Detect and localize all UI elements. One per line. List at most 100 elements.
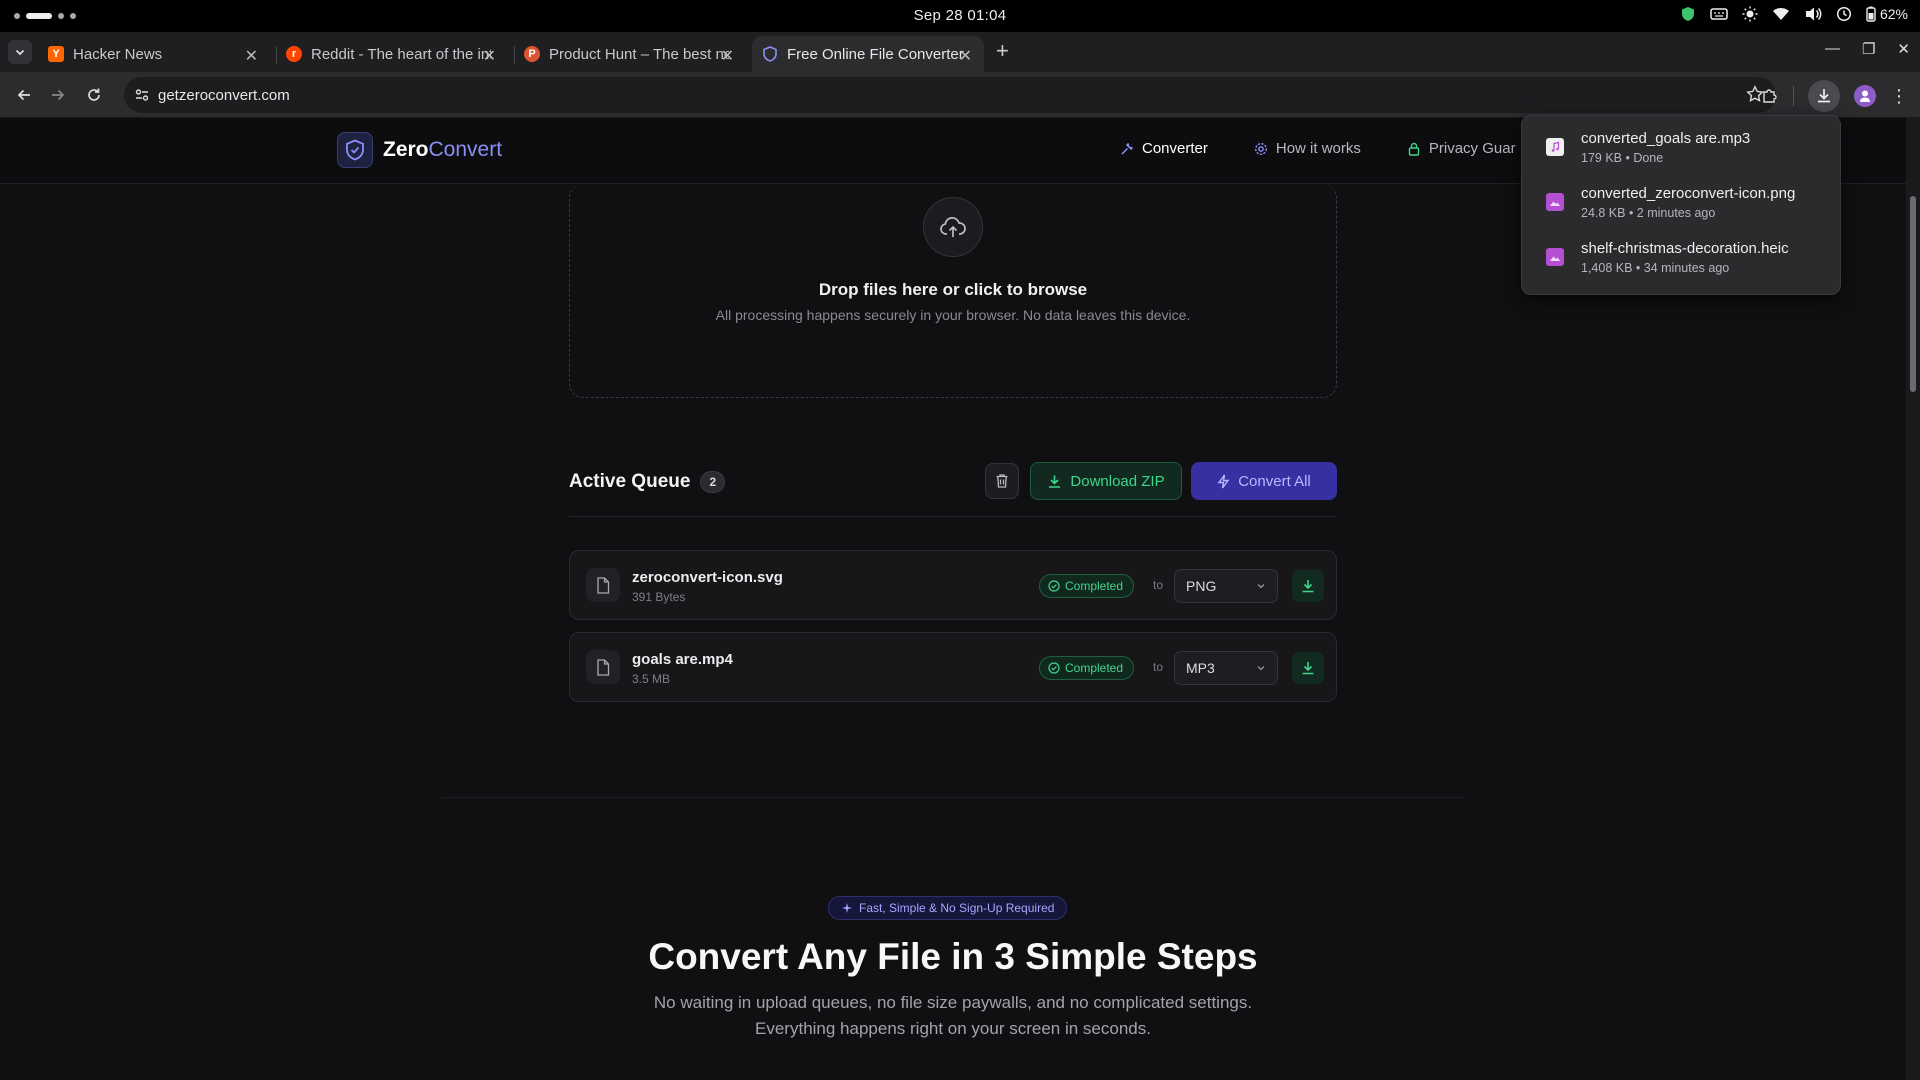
queue-row: zeroconvert-icon.svg 391 Bytes Completed…	[569, 550, 1337, 620]
shield-tray-icon[interactable]	[1680, 6, 1696, 22]
history-icon[interactable]	[1836, 6, 1852, 22]
downloads-button[interactable]	[1808, 80, 1840, 112]
arrow-right-icon	[52, 89, 65, 101]
dropzone-subtitle: All processing happens securely in your …	[715, 307, 1191, 323]
reload-icon	[88, 88, 100, 101]
address-bar[interactable]: getzeroconvert.com	[124, 77, 1776, 113]
profile-avatar[interactable]	[1854, 85, 1876, 107]
extensions-puzzle-icon[interactable]	[1761, 87, 1779, 105]
arrow-left-icon	[17, 89, 30, 101]
download-item[interactable]: shelf-christmas-decoration.heic 1,408 KB…	[1522, 232, 1842, 286]
toolbar-actions: ⋮	[1761, 80, 1908, 112]
site-logo[interactable]: ZeroConvert	[337, 132, 502, 168]
tab-title: Reddit - The heart of the internet	[311, 45, 491, 63]
restore-icon[interactable]: ❐	[1862, 40, 1875, 58]
download-icon	[1302, 580, 1314, 593]
hacker-news-favicon-icon: Y	[48, 46, 64, 62]
workspace-indicator[interactable]	[14, 13, 76, 19]
tab-zeroconvert[interactable]: Free Online File Converter ✕	[752, 36, 984, 72]
hero-subtitle-line: No waiting in upload queues, no file siz…	[653, 993, 1253, 1012]
queue-row: goals are.mp4 3.5 MB Completed to MP3	[569, 632, 1337, 702]
tab-reddit[interactable]: r Reddit - The heart of the internet ✕	[276, 36, 508, 72]
download-item[interactable]: converted_zeroconvert-icon.png 24.8 KB •…	[1522, 177, 1842, 231]
tab-product-hunt[interactable]: P Product Hunt – The best new products ✕	[514, 36, 746, 72]
os-top-bar: Sep 28 01:04 62%	[0, 0, 1920, 32]
convert-all-button[interactable]: Convert All	[1191, 462, 1337, 500]
nav-label: Privacy Guar	[1428, 140, 1516, 157]
queue-count-badge: 2	[700, 471, 726, 493]
audio-file-icon	[1546, 138, 1564, 156]
close-tab-icon[interactable]: ✕	[959, 46, 972, 66]
hero-title: Convert Any File in 3 Simple Steps	[648, 936, 1258, 977]
back-button[interactable]	[12, 83, 36, 107]
format-value: MP3	[1186, 660, 1215, 676]
format-select[interactable]: PNG	[1174, 569, 1278, 603]
minimize-icon[interactable]: —	[1825, 40, 1840, 58]
browser-menu-icon[interactable]: ⋮	[1890, 87, 1908, 105]
queue-title: Active Queue 2	[569, 471, 726, 493]
battery-indicator[interactable]: 62%	[1866, 6, 1908, 22]
reload-button[interactable]	[82, 83, 106, 107]
volume-icon[interactable]	[1804, 6, 1822, 22]
hero-subtitle: No waiting in upload queues, no file siz…	[0, 990, 1906, 1042]
reddit-favicon-icon: r	[286, 46, 302, 62]
file-icon	[586, 568, 620, 602]
brightness-icon[interactable]	[1742, 6, 1758, 22]
clear-queue-button[interactable]	[985, 463, 1019, 499]
chevron-down-icon	[15, 49, 25, 56]
image-file-icon	[1546, 193, 1564, 211]
download-file-button[interactable]	[1292, 570, 1324, 602]
download-icon	[1818, 89, 1830, 103]
download-zip-button[interactable]: Download ZIP	[1030, 462, 1182, 500]
tab-title: Product Hunt – The best new products	[549, 45, 729, 63]
file-name: goals are.mp4	[632, 651, 733, 668]
download-item[interactable]: converted_goals are.mp3 179 KB • Done	[1522, 122, 1842, 176]
sparkle-icon	[842, 903, 852, 913]
keyboard-icon[interactable]	[1710, 7, 1728, 21]
queue-header: Active Queue 2 Download ZIP Convert All	[569, 462, 1337, 502]
system-clock[interactable]: Sep 28 01:04	[914, 7, 1007, 24]
new-tab-button[interactable]: +	[996, 38, 1009, 64]
tab-hacker-news[interactable]: Y Hacker News ✕	[38, 36, 270, 72]
convert-all-label: Convert All	[1238, 472, 1311, 490]
site-nav-links: Converter How it works Privacy Guar	[1120, 140, 1516, 157]
lock-icon	[1408, 142, 1420, 156]
close-tab-icon[interactable]: ✕	[483, 46, 496, 66]
nav-how-it-works[interactable]: How it works	[1254, 140, 1361, 157]
download-meta: 179 KB • Done	[1581, 151, 1664, 165]
scrollbar-thumb[interactable]	[1910, 196, 1916, 392]
wifi-icon[interactable]	[1772, 7, 1790, 21]
nav-privacy-guarantee[interactable]: Privacy Guar	[1407, 140, 1516, 157]
lightning-icon	[1217, 474, 1230, 488]
queue-divider	[569, 516, 1337, 517]
gear-icon	[1254, 142, 1267, 155]
download-file-button[interactable]	[1292, 652, 1324, 684]
chevron-down-icon	[1257, 584, 1265, 589]
format-select[interactable]: MP3	[1174, 651, 1278, 685]
page-scrollbar[interactable]	[1906, 118, 1920, 1080]
file-size: 391 Bytes	[632, 590, 686, 604]
nav-converter[interactable]: Converter	[1120, 140, 1208, 157]
wrench-icon	[1121, 142, 1134, 155]
forward-button[interactable]	[46, 83, 70, 107]
close-tab-icon[interactable]: ✕	[245, 46, 258, 66]
file-name: zeroconvert-icon.svg	[632, 569, 783, 586]
hero-subtitle-line: Everything happens right on your screen …	[755, 1019, 1151, 1038]
file-dropzone[interactable]: Drop files here or click to browse All p…	[569, 184, 1337, 398]
site-info-icon[interactable]	[134, 87, 150, 103]
file-size: 3.5 MB	[632, 672, 671, 686]
download-icon	[1302, 662, 1314, 675]
download-meta: 1,408 KB • 34 minutes ago	[1581, 261, 1730, 275]
close-window-icon[interactable]: ✕	[1897, 40, 1910, 58]
section-divider	[441, 797, 1465, 798]
system-tray[interactable]: 62%	[1680, 6, 1908, 22]
battery-percent: 62%	[1879, 6, 1908, 22]
browser-toolbar: getzeroconvert.com ⋮	[0, 72, 1920, 118]
tab-title: Hacker News	[73, 45, 163, 63]
close-tab-icon[interactable]: ✕	[721, 46, 734, 66]
tab-search-button[interactable]	[8, 40, 32, 64]
chevron-down-icon	[1257, 666, 1265, 671]
dropzone-title: Drop files here or click to browse	[818, 280, 1088, 299]
tab-strip: Y Hacker News ✕ r Reddit - The heart of …	[0, 32, 1920, 72]
downloads-popup: converted_goals are.mp3 179 KB • Done co…	[1521, 115, 1841, 295]
